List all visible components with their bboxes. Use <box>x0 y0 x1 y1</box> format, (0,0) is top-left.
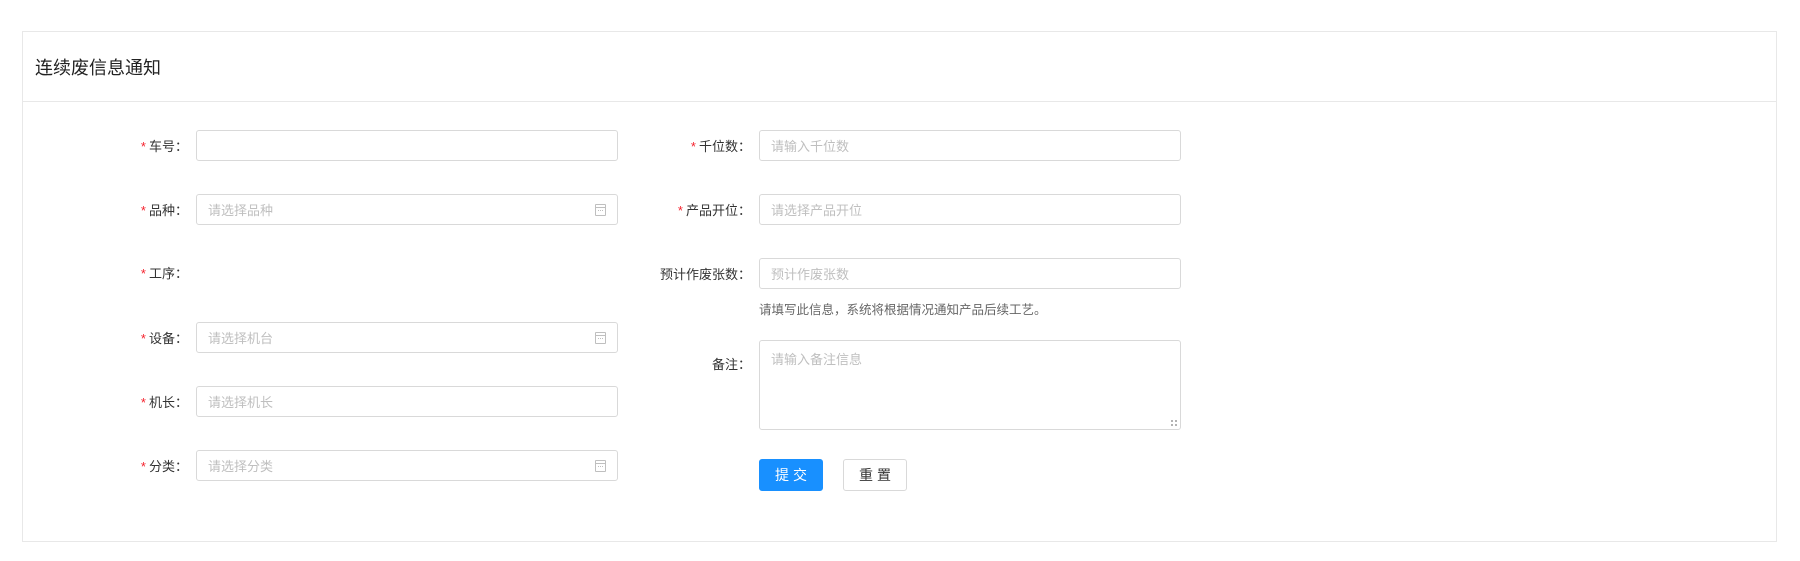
card-header: 连续废信息通知 <box>23 32 1776 102</box>
label-colon: ： <box>174 140 188 155</box>
form-row-product-position: * 产品开位： 请选择产品开位 <box>640 194 1181 225</box>
category-placeholder: 请选择分类 <box>208 460 274 475</box>
label-colon: ： <box>737 358 751 373</box>
equipment-label: * 设备： <box>130 328 196 347</box>
product-position-label: * 产品开位： <box>640 200 759 219</box>
label-text: 车号 <box>148 140 175 155</box>
form-row-thousands: * 千位数： 请输入千位数 <box>640 130 1181 161</box>
submit-button[interactable]: 提交 <box>759 459 823 491</box>
form-actions: 提交 重置 <box>759 459 907 491</box>
category-select[interactable]: 请选择分类 <box>196 450 618 481</box>
label-colon: ： <box>737 268 751 283</box>
required-mark: * <box>140 395 146 410</box>
estimated-scrap-help: 请填写此信息，系统将根据情况通知产品后续工艺。 <box>759 302 1047 317</box>
form-row-process: * 工序： <box>130 258 196 289</box>
form-row-car-number: * 车号： <box>130 130 618 161</box>
required-mark: * <box>140 331 146 346</box>
card-title: 连续废信息通知 <box>35 57 161 79</box>
form-row-variety: * 品种： 请选择品种 <box>130 194 618 225</box>
label-colon: ： <box>174 460 188 475</box>
car-number-label: * 车号： <box>130 136 196 155</box>
equipment-select[interactable]: 请选择机台 <box>196 322 618 353</box>
required-mark: * <box>140 266 146 281</box>
product-position-placeholder: 请选择产品开位 <box>771 204 863 219</box>
car-number-input[interactable] <box>196 130 618 161</box>
form-row-category: * 分类： 请选择分类 <box>130 450 618 481</box>
estimated-scrap-label: 预计作废张数： <box>640 264 759 283</box>
label-text: 产品开位 <box>685 204 738 219</box>
captain-select[interactable]: 请选择机长 <box>196 386 618 417</box>
variety-placeholder: 请选择品种 <box>208 204 274 219</box>
label-text: 分类 <box>148 460 175 475</box>
required-mark: * <box>690 139 696 154</box>
thousands-placeholder: 请输入千位数 <box>771 140 850 155</box>
form-row-remark: 备注： 请输入备注信息 <box>640 340 1181 430</box>
variety-label: * 品种： <box>130 200 196 219</box>
process-label: * 工序： <box>130 258 196 289</box>
captain-placeholder: 请选择机长 <box>208 396 274 411</box>
label-colon: ： <box>174 267 188 282</box>
required-mark: * <box>140 203 146 218</box>
label-text: 机长 <box>148 396 175 411</box>
label-text: 预计作废张数 <box>659 268 738 283</box>
label-text: 千位数 <box>698 140 738 155</box>
variety-select[interactable]: 请选择品种 <box>196 194 618 225</box>
required-mark: * <box>677 203 683 218</box>
required-mark: * <box>140 459 146 474</box>
label-colon: ： <box>174 332 188 347</box>
label-colon: ： <box>174 396 188 411</box>
label-text: 设备 <box>148 332 175 347</box>
remark-placeholder: 请输入备注信息 <box>771 353 863 368</box>
thousands-input[interactable]: 请输入千位数 <box>759 130 1181 161</box>
resize-handle[interactable] <box>1170 419 1178 427</box>
label-colon: ： <box>737 204 751 219</box>
estimated-scrap-input[interactable]: 预计作废张数 <box>759 258 1181 289</box>
calendar-icon <box>595 203 606 216</box>
calendar-icon <box>595 331 606 344</box>
label-text: 工序 <box>148 267 175 282</box>
equipment-placeholder: 请选择机台 <box>208 332 274 347</box>
calendar-icon <box>595 459 606 472</box>
form-row-equipment: * 设备： 请选择机台 <box>130 322 618 353</box>
label-colon: ： <box>737 140 751 155</box>
estimated-scrap-placeholder: 预计作废张数 <box>771 268 850 283</box>
form-row-estimated-scrap: 预计作废张数： 预计作废张数 <box>640 258 1181 289</box>
remark-textarea[interactable]: 请输入备注信息 <box>759 340 1181 430</box>
product-position-select[interactable]: 请选择产品开位 <box>759 194 1181 225</box>
label-colon: ： <box>174 204 188 219</box>
reset-button[interactable]: 重置 <box>843 459 907 491</box>
captain-label: * 机长： <box>130 392 196 411</box>
required-mark: * <box>140 139 146 154</box>
label-text: 品种 <box>148 204 175 219</box>
category-label: * 分类： <box>130 456 196 475</box>
form-row-captain: * 机长： 请选择机长 <box>130 386 618 417</box>
remark-label: 备注： <box>640 340 759 373</box>
thousands-label: * 千位数： <box>640 136 759 155</box>
label-text: 备注 <box>711 358 738 373</box>
